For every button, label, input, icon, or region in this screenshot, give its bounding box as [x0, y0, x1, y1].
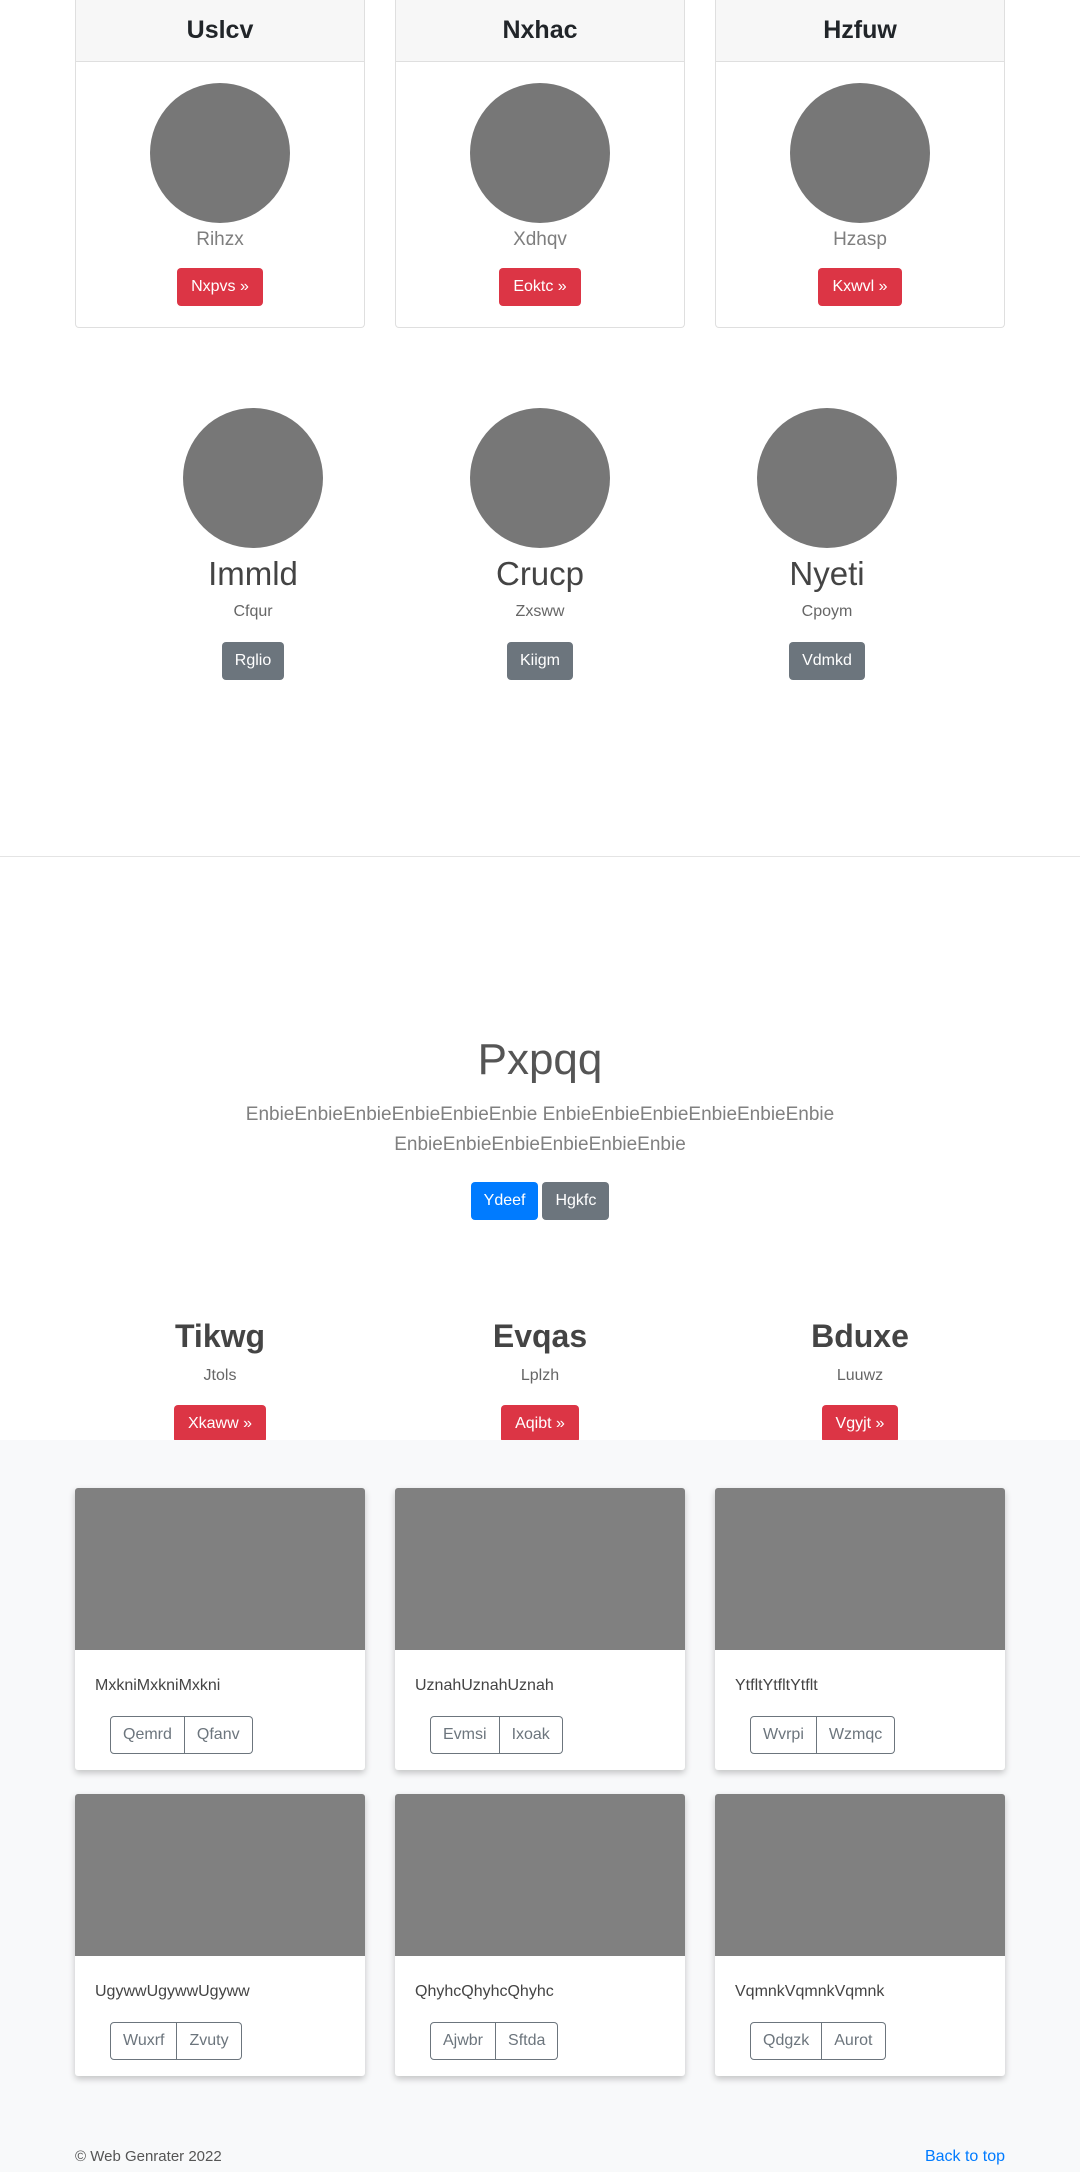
feature-subtitle: Jtols	[203, 1367, 237, 1384]
card-action-button[interactable]: Zvuty	[177, 2022, 242, 2060]
profile-item: Nyeti Cpoym Vdmkd	[707, 408, 947, 680]
feature-heading: Evqas	[492, 1318, 588, 1354]
avatar-placeholder	[183, 408, 323, 548]
card-action-button[interactable]: Ajwbr	[430, 2022, 497, 2060]
album-card: MxkniMxkniMxkni Qemrd Qfanv	[75, 1488, 365, 1770]
thumbnail-placeholder	[395, 1488, 685, 1650]
profile-button[interactable]: Kiigm	[506, 642, 573, 680]
card-action-button[interactable]: Sftda	[496, 2022, 559, 2060]
thumbnail-placeholder	[715, 1794, 1005, 1956]
thumbnail-placeholder	[75, 1794, 365, 1956]
feature-item: Bduxe Luuwz Vgyjt »	[715, 1316, 1005, 1443]
card-subtitle: Rihzx	[196, 229, 244, 250]
album-card: UgywwUgywwUgyww Wuxrf Zvuty	[75, 1794, 365, 2076]
card-header: Uslcv	[76, 0, 364, 62]
album-section: MxkniMxkniMxkni Qemrd Qfanv UznahUznahUz…	[0, 1440, 1080, 2172]
hero-section: Pxpqq EnbieEnbieEnbieEnbieEnbieEnbie Enb…	[0, 1030, 1080, 1220]
card-action-button[interactable]: Qemrd	[110, 1716, 185, 1754]
back-to-top-link[interactable]: Back to top	[925, 2148, 1005, 2166]
profile-item: Crucp Zxsww Kiigm	[420, 408, 660, 680]
card-action-button[interactable]: Qfanv	[184, 1716, 253, 1754]
card-button[interactable]: Kxwvl »	[818, 268, 902, 306]
avatar-placeholder	[470, 83, 610, 223]
pricing-card: Hzfuw Hzasp Kxwvl »	[715, 0, 1005, 328]
feature-button[interactable]: Vgyjt »	[821, 1405, 899, 1443]
card-action-button[interactable]: Aurot	[822, 2022, 886, 2060]
card-button-group: Qdgzk Aurot	[750, 2022, 1005, 2060]
card-button[interactable]: Nxpvs »	[177, 268, 263, 306]
section-divider	[0, 856, 1080, 857]
avatar-placeholder	[150, 83, 290, 223]
card-text: VqmnkVqmnkVqmnk	[735, 1983, 885, 2000]
profile-name: Immld	[208, 555, 298, 592]
pricing-card: Nxhac Xdhqv Eoktc »	[395, 0, 685, 328]
feature-subtitle: Luuwz	[836, 1367, 884, 1384]
profile-subtitle: Cpoym	[801, 603, 853, 620]
thumbnail-placeholder	[395, 1794, 685, 1956]
card-text: UznahUznahUznah	[415, 1677, 554, 1694]
hero-buttons: Ydeef Hgkfc	[0, 1182, 1080, 1220]
feature-heading: Tikwg	[174, 1318, 266, 1354]
profile-subtitle: Zxsww	[515, 603, 565, 620]
card-subtitle: Hzasp	[833, 229, 887, 250]
profile-name: Nyeti	[789, 555, 865, 592]
profile-name: Crucp	[495, 555, 585, 592]
profile-item: Immld Cfqur Rglio	[133, 408, 373, 680]
feature-subtitle: Lplzh	[520, 1367, 560, 1384]
hero-secondary-button[interactable]: Hgkfc	[542, 1182, 610, 1220]
hero-title: Pxpqq	[477, 1035, 603, 1084]
album-card: VqmnkVqmnkVqmnk Qdgzk Aurot	[715, 1794, 1005, 2076]
card-action-button[interactable]: Wzmqc	[816, 1716, 896, 1754]
feature-button[interactable]: Aqibt »	[501, 1405, 579, 1443]
card-header: Hzfuw	[716, 0, 1004, 62]
card-button-group: Ajwbr Sftda	[430, 2022, 685, 2060]
feature-button[interactable]: Xkaww »	[173, 1405, 267, 1443]
hero-text: EnbieEnbieEnbieEnbieEnbieEnbie EnbieEnbi…	[245, 1104, 835, 1155]
card-action-button[interactable]: Ixoak	[499, 1716, 563, 1754]
thumbnail-placeholder	[715, 1488, 1005, 1650]
card-action-button[interactable]: Evmsi	[430, 1716, 500, 1754]
card-button-group: Evmsi Ixoak	[430, 1716, 685, 1754]
card-button-group: Wvrpi Wzmqc	[750, 1716, 1005, 1754]
card-subtitle: Xdhqv	[513, 229, 567, 250]
album-card: YtfltYtfltYtflt Wvrpi Wzmqc	[715, 1488, 1005, 1770]
feature-item: Evqas Lplzh Aqibt »	[395, 1316, 685, 1443]
card-button[interactable]: Eoktc »	[499, 268, 581, 306]
avatar-placeholder	[470, 408, 610, 548]
avatar-placeholder	[790, 83, 930, 223]
pricing-section: Uslcv Rihzx Nxpvs » Nxhac Xdhqv Eoktc » …	[0, 0, 1080, 328]
avatar-placeholder	[757, 408, 897, 548]
card-action-button[interactable]: Qdgzk	[750, 2022, 823, 2060]
profile-button[interactable]: Vdmkd	[789, 642, 865, 680]
card-text: MxkniMxkniMxkni	[95, 1677, 221, 1694]
thumbnail-placeholder	[75, 1488, 365, 1650]
album-card: UznahUznahUznah Evmsi Ixoak	[395, 1488, 685, 1770]
card-header: Nxhac	[396, 0, 684, 62]
hero-primary-button[interactable]: Ydeef	[470, 1182, 539, 1220]
card-button-group: Wuxrf Zvuty	[110, 2022, 365, 2060]
card-action-button[interactable]: Wvrpi	[750, 1716, 817, 1754]
feature-item: Tikwg Jtols Xkaww »	[75, 1316, 365, 1443]
footer-copyright: © Web Genrater 2022	[75, 2148, 222, 2165]
card-action-button[interactable]: Wuxrf	[110, 2022, 178, 2060]
card-button-group: Qemrd Qfanv	[110, 1716, 365, 1754]
album-card: QhyhcQhyhcQhyhc Ajwbr Sftda	[395, 1794, 685, 2076]
feature-heading: Bduxe	[811, 1318, 909, 1354]
card-text: UgywwUgywwUgyww	[95, 1983, 250, 2000]
profile-subtitle: Cfqur	[233, 603, 273, 620]
profile-button[interactable]: Rglio	[221, 642, 285, 680]
card-text: YtfltYtfltYtflt	[735, 1677, 818, 1694]
pricing-card: Uslcv Rihzx Nxpvs »	[75, 0, 365, 328]
card-text: QhyhcQhyhcQhyhc	[415, 1983, 554, 2000]
